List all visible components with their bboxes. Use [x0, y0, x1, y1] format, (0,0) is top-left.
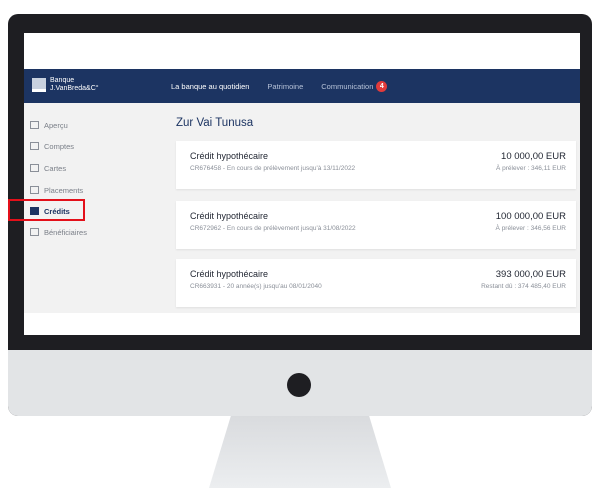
credit-title: Crédit hypothécaire [190, 211, 269, 221]
credit-subtitle: CR663931 - 20 année(s) jusqu'au 08/01/20… [190, 283, 322, 290]
monitor-logo-dot [287, 373, 311, 397]
credit-subtitle: CR676458 - En cours de prélèvement jusqu… [190, 165, 356, 172]
chart-icon [30, 186, 39, 194]
credit-card-1[interactable]: Crédit hypothécaire CR676458 - En cours … [176, 141, 576, 189]
credit-detail: À prélever : 346,56 EUR [495, 225, 566, 232]
nav-patrimoine[interactable]: Patrimoine [267, 82, 303, 91]
top-navbar: Banque J.VanBreda&C° La banque au quotid… [24, 69, 580, 103]
credits-highlight-box [8, 199, 85, 221]
nav-daily-banking[interactable]: La banque au quotidien [171, 82, 249, 91]
credit-amount: 100 000,00 EUR [495, 211, 566, 222]
nav-communication-label: Communication [321, 81, 374, 91]
sidebar-item-cartes[interactable]: Cartes [30, 161, 66, 175]
wallet-icon [30, 142, 39, 150]
screen-bottom-area [24, 313, 580, 335]
credit-amount: 393 000,00 EUR [495, 269, 566, 280]
sidebar-item-beneficiaires[interactable]: Bénéficiaires [30, 225, 87, 239]
card-icon [30, 164, 39, 172]
credit-card-2[interactable]: Crédit hypothécaire CR672962 - En cours … [176, 201, 576, 249]
credit-detail: À prélever : 346,11 EUR [496, 165, 566, 172]
credit-title: Crédit hypothécaire [190, 269, 269, 279]
bank-logo[interactable]: Banque J.VanBreda&C° [32, 77, 99, 93]
logo-line-1: Banque [50, 77, 75, 84]
sidebar-item-apercu[interactable]: Aperçu [30, 118, 68, 132]
logo-line-2: J.VanBreda&C° [50, 85, 99, 92]
monitor-stand [209, 416, 391, 488]
sidebar-item-comptes[interactable]: Comptes [30, 139, 74, 153]
nav-communication[interactable]: Communication 4 [321, 80, 388, 92]
credit-amount: 10 000,00 EUR [501, 151, 566, 162]
nav-links: La banque au quotidien Patrimoine Commun… [171, 69, 405, 103]
sidebar-item-placements[interactable]: Placements [30, 183, 83, 197]
credit-title: Crédit hypothécaire [190, 151, 269, 161]
browser-top-area [24, 33, 580, 69]
credit-detail: Restant dû : 374 485,40 EUR [481, 283, 566, 290]
document-icon [30, 121, 39, 129]
page-title: Zur Vai Tunusa [176, 117, 254, 129]
credit-card-3[interactable]: Crédit hypothécaire CR663931 - 20 année(… [176, 259, 576, 307]
logo-mark-icon [32, 78, 46, 92]
screen: Banque J.VanBreda&C° La banque au quotid… [24, 33, 580, 335]
credit-subtitle: CR672962 - En cours de prélèvement jusqu… [190, 225, 356, 232]
notification-badge: 4 [376, 80, 388, 92]
contacts-icon [30, 228, 39, 236]
